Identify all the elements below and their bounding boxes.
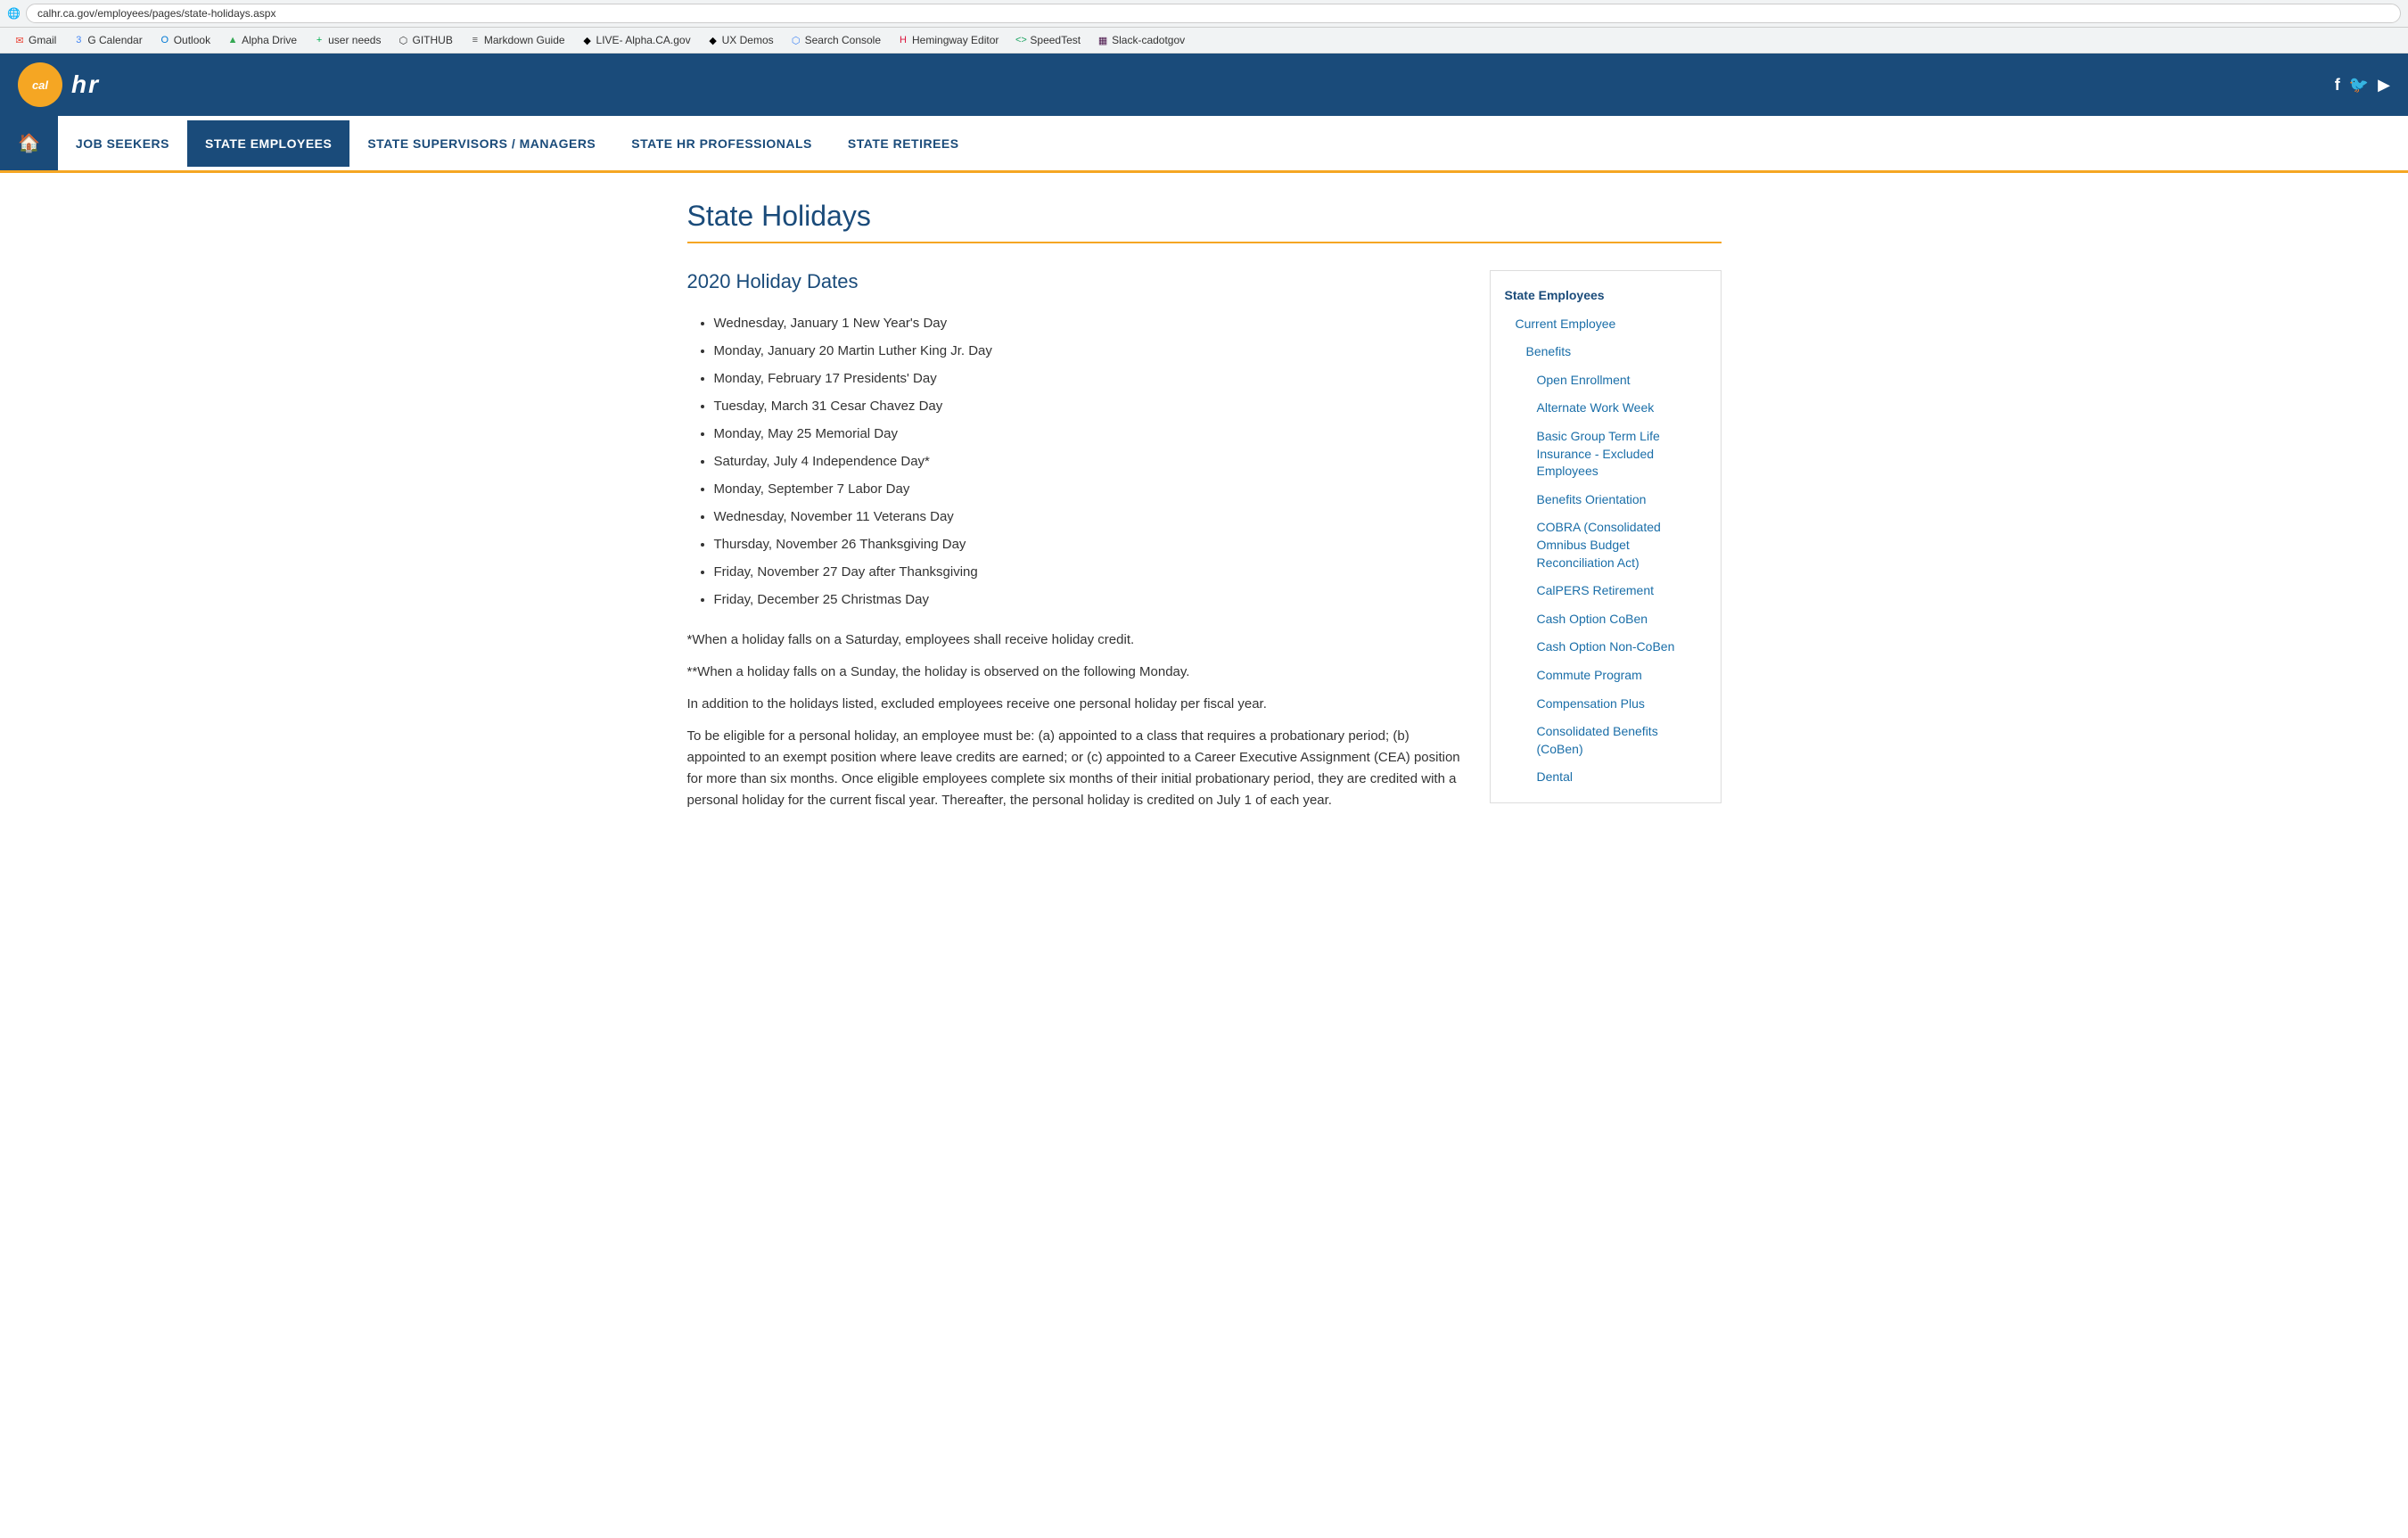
bookmark-icon-live: ◆ — [581, 34, 594, 46]
bookmark-label-hemingway: Hemingway Editor — [912, 34, 999, 46]
sidebar-item-commute-program[interactable]: Commute Program — [1491, 662, 1721, 690]
bookmark-label-gcalendar: G Calendar — [87, 34, 142, 46]
home-icon: 🏠 — [18, 132, 40, 154]
nav-item-hr-professionals[interactable]: STATE HR PROFESSIONALS — [613, 120, 830, 167]
note-text: *When a holiday falls on a Saturday, emp… — [687, 629, 1463, 651]
holiday-item: Monday, May 25 Memorial Day — [714, 422, 1463, 446]
bookmark-markdown[interactable]: ≡Markdown Guide — [463, 31, 571, 49]
sidebar-item-calpers[interactable]: CalPERS Retirement — [1491, 577, 1721, 605]
bookmark-label-alphadrive: Alpha Drive — [242, 34, 297, 46]
note-text: **When a holiday falls on a Sunday, the … — [687, 662, 1463, 683]
site-header: cal hr f 🐦 ▶ — [0, 53, 2408, 116]
note-text: In addition to the holidays listed, excl… — [687, 694, 1463, 715]
bookmark-icon-outlook: O — [159, 34, 171, 46]
bookmark-slack[interactable]: ▦Slack-cadotgov — [1090, 31, 1191, 49]
url-bar[interactable]: calhr.ca.gov/employees/pages/state-holid… — [26, 4, 2401, 23]
holiday-item: Monday, September 7 Labor Day — [714, 477, 1463, 501]
sidebar-item-current-employee[interactable]: Current Employee — [1491, 310, 1721, 339]
page-title: State Holidays — [687, 200, 1722, 233]
bookmark-icon-hemingway: H — [897, 34, 909, 46]
bookmark-label-speedtest: SpeedTest — [1030, 34, 1081, 46]
bookmark-live[interactable]: ◆LIVE- Alpha.CA.gov — [575, 31, 697, 49]
bookmark-icon-github: ⬡ — [397, 34, 409, 46]
sidebar-item-cobra[interactable]: COBRA (Consolidated Omnibus Budget Recon… — [1491, 514, 1721, 577]
bookmark-icon-userneeds: + — [313, 34, 325, 46]
holiday-item: Saturday, July 4 Independence Day* — [714, 449, 1463, 473]
main-nav: 🏠 JOB SEEKERS STATE EMPLOYEES STATE SUPE… — [0, 116, 2408, 173]
sidebar-item-cash-option-non-coben[interactable]: Cash Option Non-CoBen — [1491, 633, 1721, 662]
bookmark-uxdemos[interactable]: ◆UX Demos — [701, 31, 780, 49]
sidebar-nav: State EmployeesCurrent EmployeeBenefitsO… — [1491, 271, 1721, 802]
page-title-underline — [687, 242, 1722, 243]
bookmarks-bar: ✉Gmail3G CalendarOOutlook▲Alpha Drive+us… — [0, 28, 2408, 53]
bookmark-userneeds[interactable]: +user needs — [307, 31, 387, 49]
bookmark-label-searchconsole: Search Console — [805, 34, 881, 46]
site-logo: cal hr — [18, 62, 100, 107]
bookmark-label-markdown: Markdown Guide — [484, 34, 565, 46]
section-title: 2020 Holiday Dates — [687, 270, 1463, 293]
holiday-list: Wednesday, January 1 New Year's Day Monda… — [714, 311, 1463, 612]
holiday-item: Friday, November 27 Day after Thanksgivi… — [714, 560, 1463, 584]
note-text: To be eligible for a personal holiday, a… — [687, 726, 1463, 811]
bookmark-label-gmail: Gmail — [29, 34, 56, 46]
bookmark-label-outlook: Outlook — [174, 34, 210, 46]
sidebar-item-basic-group-term[interactable]: Basic Group Term Life Insurance - Exclud… — [1491, 423, 1721, 486]
site-header-text: hr — [71, 70, 100, 99]
sidebar-item-state-employees[interactable]: State Employees — [1491, 282, 1721, 310]
bookmark-icon-alphadrive: ▲ — [226, 34, 239, 46]
nav-item-state-employees[interactable]: STATE EMPLOYEES — [187, 120, 349, 167]
sidebar-item-dental[interactable]: Dental — [1491, 763, 1721, 792]
bookmark-hemingway[interactable]: HHemingway Editor — [891, 31, 1005, 49]
browser-favicon: 🌐 — [7, 7, 21, 20]
bookmark-gcalendar[interactable]: 3G Calendar — [66, 31, 148, 49]
sidebar-item-cash-option-coben[interactable]: Cash Option CoBen — [1491, 605, 1721, 634]
holiday-item: Monday, January 20 Martin Luther King Jr… — [714, 339, 1463, 363]
bookmark-label-userneeds: user needs — [328, 34, 381, 46]
main-content: 2020 Holiday Dates Wednesday, January 1 … — [687, 270, 1463, 822]
bookmark-searchconsole[interactable]: ⬡Search Console — [784, 31, 887, 49]
holiday-item: Wednesday, November 11 Veterans Day — [714, 505, 1463, 529]
bookmark-label-uxdemos: UX Demos — [722, 34, 774, 46]
bookmark-alphadrive[interactable]: ▲Alpha Drive — [220, 31, 303, 49]
sidebar-item-consolidated-benefits[interactable]: Consolidated Benefits (CoBen) — [1491, 718, 1721, 763]
sidebar-item-benefits-orientation[interactable]: Benefits Orientation — [1491, 486, 1721, 514]
bookmark-label-live: LIVE- Alpha.CA.gov — [596, 34, 691, 46]
bookmark-github[interactable]: ⬡GITHUB — [390, 31, 458, 49]
bookmark-icon-slack: ▦ — [1097, 34, 1109, 46]
page-container: State Holidays 2020 Holiday Dates Wednes… — [670, 173, 1739, 849]
nav-item-job-seekers[interactable]: JOB SEEKERS — [58, 120, 187, 167]
bookmark-icon-gmail: ✉ — [13, 34, 26, 46]
holiday-item: Monday, February 17 Presidents' Day — [714, 366, 1463, 391]
sidebar-item-compensation-plus[interactable]: Compensation Plus — [1491, 690, 1721, 719]
sidebar-item-alternate-work-week[interactable]: Alternate Work Week — [1491, 394, 1721, 423]
bookmark-icon-searchconsole: ⬡ — [790, 34, 802, 46]
bookmark-label-github: GITHUB — [412, 34, 452, 46]
holiday-item: Friday, December 25 Christmas Day — [714, 588, 1463, 612]
logo-circle: cal — [18, 62, 62, 107]
twitter-icon[interactable]: 🐦 — [2349, 76, 2369, 95]
sidebar-item-benefits[interactable]: Benefits — [1491, 338, 1721, 366]
nav-item-retirees[interactable]: STATE RETIREES — [830, 120, 977, 167]
holiday-item: Tuesday, March 31 Cesar Chavez Day — [714, 394, 1463, 418]
nav-home-button[interactable]: 🏠 — [0, 116, 58, 170]
youtube-icon[interactable]: ▶ — [2378, 76, 2390, 95]
bookmark-icon-uxdemos: ◆ — [707, 34, 719, 46]
sidebar-item-open-enrollment[interactable]: Open Enrollment — [1491, 366, 1721, 395]
notes-section: *When a holiday falls on a Saturday, emp… — [687, 629, 1463, 811]
holiday-item: Thursday, November 26 Thanksgiving Day — [714, 532, 1463, 556]
holiday-item: Wednesday, January 1 New Year's Day — [714, 311, 1463, 335]
nav-item-supervisors[interactable]: STATE SUPERVISORS / MANAGERS — [349, 120, 613, 167]
social-icons: f 🐦 ▶ — [2335, 76, 2390, 95]
sidebar: State EmployeesCurrent EmployeeBenefitsO… — [1490, 270, 1722, 803]
bookmark-icon-markdown: ≡ — [469, 34, 481, 46]
bookmark-speedtest[interactable]: <>SpeedTest — [1008, 31, 1087, 49]
facebook-icon[interactable]: f — [2335, 76, 2340, 95]
content-layout: 2020 Holiday Dates Wednesday, January 1 … — [687, 270, 1722, 822]
bookmark-gmail[interactable]: ✉Gmail — [7, 31, 62, 49]
bookmark-icon-speedtest: <> — [1015, 34, 1027, 46]
bookmark-icon-gcalendar: 3 — [72, 34, 85, 46]
bookmark-outlook[interactable]: OOutlook — [152, 31, 217, 49]
browser-bar: 🌐 calhr.ca.gov/employees/pages/state-hol… — [0, 0, 2408, 28]
bookmark-label-slack: Slack-cadotgov — [1112, 34, 1185, 46]
